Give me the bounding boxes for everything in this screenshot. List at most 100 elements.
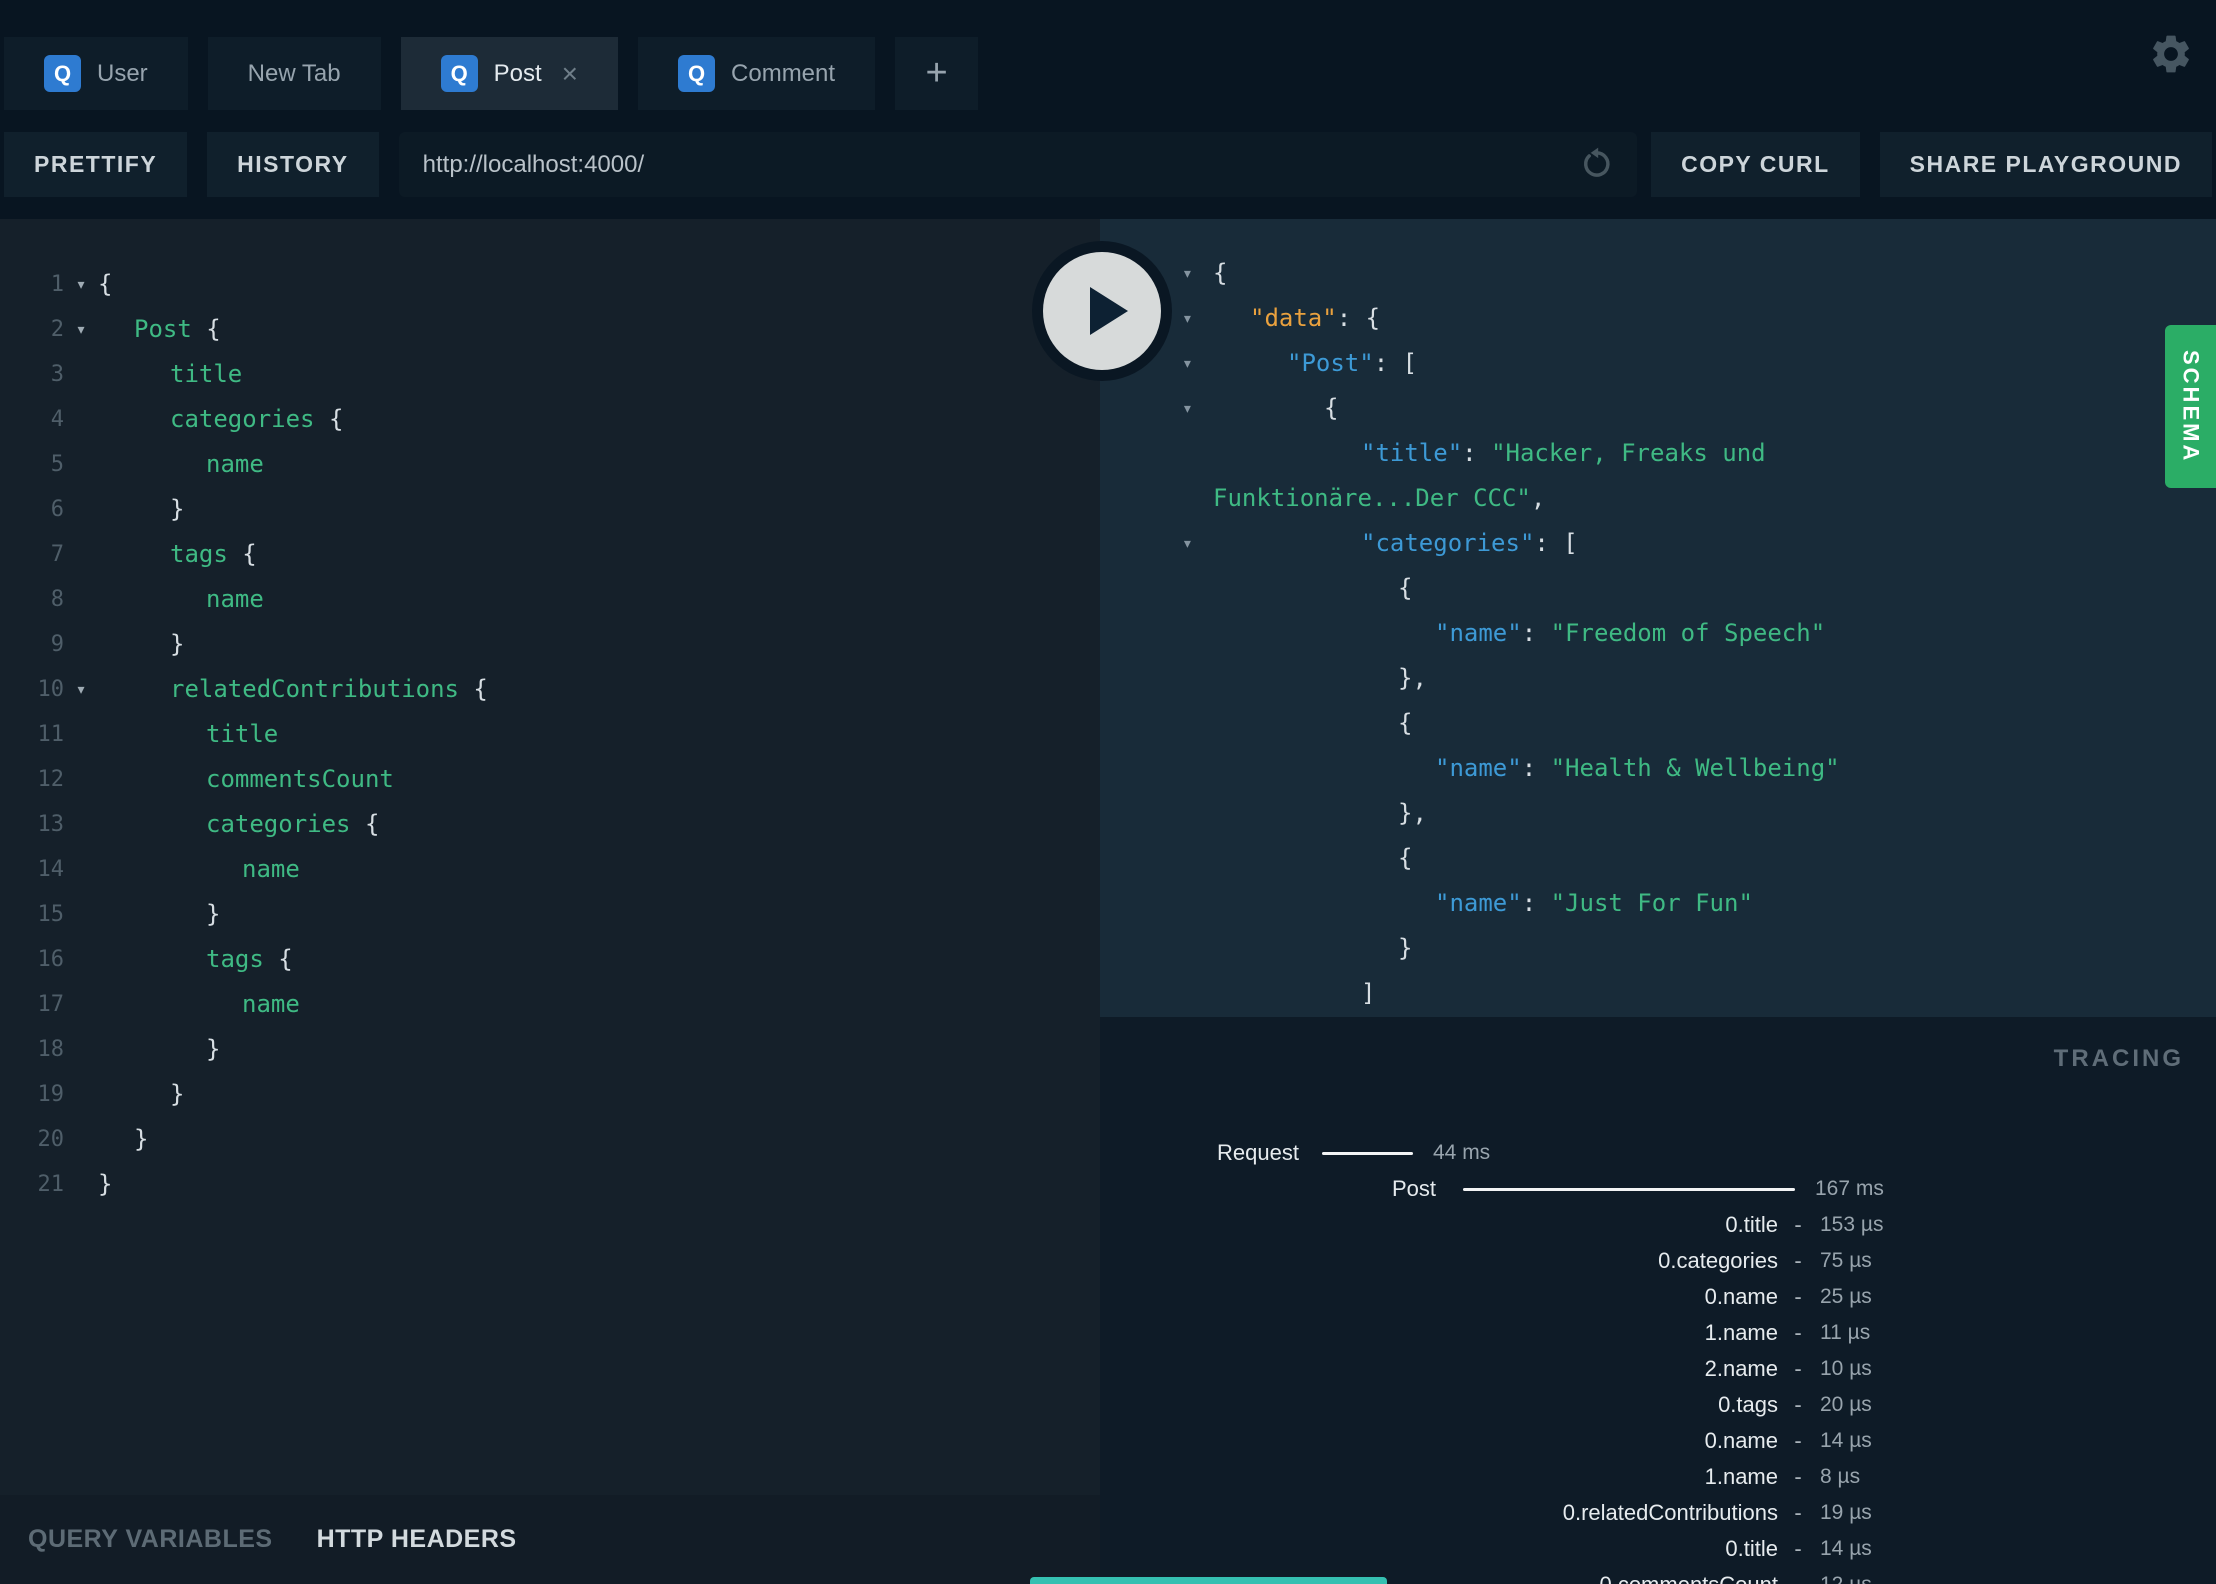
query-line[interactable]: 13 categories { <box>0 802 1100 847</box>
code-token-punct: : <box>1462 439 1492 467</box>
query-line[interactable]: 3 title <box>0 352 1100 397</box>
code-token-punct: : <box>1521 754 1551 782</box>
fold-gutter <box>64 847 98 892</box>
fold-arrow-icon[interactable]: ▾ <box>64 262 98 307</box>
settings-button[interactable] <box>2148 31 2194 80</box>
tracing-row-label: 1.name <box>1704 1464 1778 1489</box>
tracing-row-duration: 10 µs <box>1820 1357 1872 1380</box>
fold-gutter <box>64 442 98 487</box>
tracing-row-duration: 19 µs <box>1820 1501 1872 1524</box>
line-number: 4 <box>50 407 64 432</box>
query-line[interactable]: 7 tags { <box>0 532 1100 577</box>
endpoint-url-input[interactable] <box>398 149 1638 180</box>
collapse-arrow-icon[interactable]: ▾ <box>1182 521 1193 566</box>
tracing-row-label: 0.name <box>1704 1284 1778 1309</box>
tracing-dash: - <box>1794 1500 1802 1525</box>
tab-new-tab[interactable]: New Tab <box>207 37 381 110</box>
query-line[interactable]: 1 ▾{ <box>0 262 1100 307</box>
response-code: "name": "Just For Fun" <box>1213 889 1753 917</box>
collapse-arrow-icon[interactable]: ▾ <box>1182 251 1193 296</box>
share-playground-button[interactable]: SHARE PLAYGROUND <box>1879 132 2212 197</box>
response-code: { <box>1213 574 1412 602</box>
code-token-punct: { <box>1398 709 1413 737</box>
tracing-row-duration: 167 ms <box>1815 1177 1884 1200</box>
tracing-row-label: 0.relatedContributions <box>1562 1500 1778 1525</box>
code-token-punct: { <box>263 945 293 973</box>
query-line[interactable]: 20} <box>0 1117 1100 1162</box>
toolbar: PRETTIFY HISTORY COPY CURL SHARE PLAYGRO… <box>0 110 2216 219</box>
code-token-key: "name" <box>1435 754 1522 782</box>
response-line: }, <box>1100 656 2216 701</box>
code-token-key: "name" <box>1435 889 1522 917</box>
schema-tab[interactable]: SCHEMA <box>2165 325 2216 488</box>
tab-comment[interactable]: Q Comment <box>638 37 876 110</box>
query-line[interactable]: 2 ▾ Post { <box>0 307 1100 352</box>
new-tab-button[interactable]: + <box>895 37 979 110</box>
response-line: ▾{ <box>1100 386 2216 431</box>
tracing-dash: - <box>1794 1536 1802 1561</box>
fold-gutter <box>64 487 98 532</box>
collapse-arrow-icon[interactable]: ▾ <box>1182 386 1193 431</box>
collapse-arrow-icon[interactable]: ▾ <box>1182 341 1193 386</box>
tracing-row: 0.name -14 µs <box>1100 1423 2216 1459</box>
query-line[interactable]: 11 title <box>0 712 1100 757</box>
copy-curl-button[interactable]: COPY CURL <box>1651 132 1860 197</box>
prettify-button[interactable]: PRETTIFY <box>4 132 188 197</box>
code-token-key: "categories" <box>1361 529 1535 557</box>
query-line[interactable]: 18} <box>0 1027 1100 1072</box>
line-number: 1 <box>50 272 64 297</box>
tracing-row-duration: 12 µs <box>1820 1573 1872 1584</box>
tab-post[interactable]: Q Post × <box>400 37 619 110</box>
query-line[interactable]: 10 ▾ relatedContributions { <box>0 667 1100 712</box>
query-code: categories { <box>98 802 379 847</box>
response-line: ▾{ <box>1100 251 2216 296</box>
tracing-row-label: 0.name <box>1704 1428 1778 1453</box>
history-button[interactable]: HISTORY <box>207 132 379 197</box>
close-tab-icon[interactable]: × <box>562 58 578 90</box>
query-line[interactable]: 17 name <box>0 982 1100 1027</box>
query-line[interactable]: 15} <box>0 892 1100 937</box>
fold-arrow-icon[interactable]: ▾ <box>64 307 98 352</box>
query-line[interactable]: 9} <box>0 622 1100 667</box>
query-line[interactable]: 6} <box>0 487 1100 532</box>
line-number: 7 <box>50 542 64 567</box>
query-code: name <box>98 847 300 892</box>
fold-gutter <box>64 577 98 622</box>
execute-query-button[interactable] <box>1043 252 1161 370</box>
main-content: 1 ▾{2 ▾ Post {3 title 4 categories {5 name 6} 7 ta… <box>0 219 2216 1584</box>
line-number: 16 <box>37 947 65 972</box>
query-line[interactable]: 5 name <box>0 442 1100 487</box>
query-variables-tab[interactable]: QUERY VARIABLES <box>28 1525 273 1554</box>
tracing-row: 0.tags -20 µs <box>1100 1387 2216 1423</box>
query-editor[interactable]: 1 ▾{2 ▾ Post {3 title 4 categories {5 name 6} 7 ta… <box>0 219 1100 1495</box>
http-headers-tab[interactable]: HTTP HEADERS <box>317 1525 517 1554</box>
tab-user[interactable]: Q User <box>4 37 188 110</box>
reload-icon[interactable] <box>1579 146 1615 187</box>
query-line[interactable]: 12 commentsCount <box>0 757 1100 802</box>
tracing-dash: - <box>1794 1392 1802 1417</box>
query-line[interactable]: 19} <box>0 1072 1100 1117</box>
query-line[interactable]: 14 name <box>0 847 1100 892</box>
query-line[interactable]: 16 tags { <box>0 937 1100 982</box>
code-token-string: Funktionäre...Der CCC" <box>1213 484 1531 512</box>
code-token-field: tags <box>206 945 264 973</box>
response-line: { <box>1100 566 2216 611</box>
tracing-row-duration: 44 ms <box>1433 1141 1491 1164</box>
tracing-row-label: Post <box>1391 1176 1436 1201</box>
tab-label: New Tab <box>247 59 341 87</box>
response-line: ▾ "data": { <box>1100 296 2216 341</box>
code-token-punct: }, <box>1398 799 1427 827</box>
tracing-row-label: Request <box>1217 1140 1299 1165</box>
tracing-row-label: 0.title <box>1725 1212 1778 1237</box>
tracing-dash: - <box>1794 1428 1802 1453</box>
code-token-punct: { <box>1398 574 1413 602</box>
query-line[interactable]: 21} <box>0 1162 1100 1207</box>
response-code: "name": "Health & Wellbeing" <box>1213 754 1840 782</box>
tracing-duration-bar <box>1463 1187 1795 1191</box>
query-line[interactable]: 8 name <box>0 577 1100 622</box>
fold-arrow-icon[interactable]: ▾ <box>64 667 98 712</box>
query-code: relatedContributions { <box>98 667 488 712</box>
query-code: } <box>98 487 184 532</box>
collapse-arrow-icon[interactable]: ▾ <box>1182 296 1193 341</box>
query-line[interactable]: 4 categories { <box>0 397 1100 442</box>
